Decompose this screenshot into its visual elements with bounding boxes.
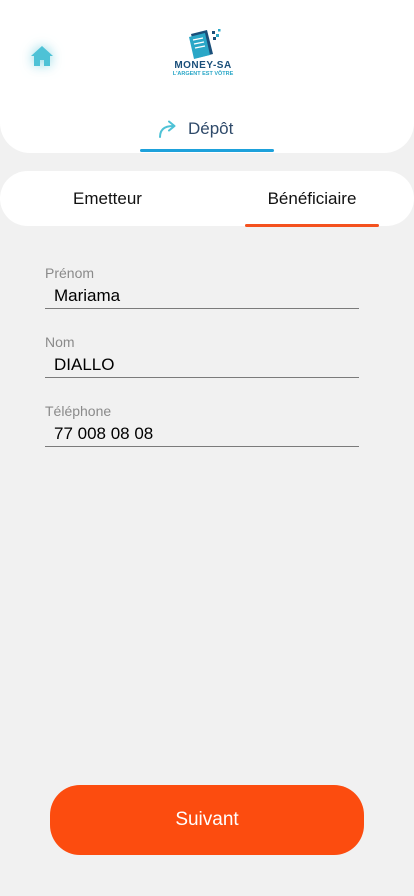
share-arrow-icon: [159, 120, 176, 138]
logo-name: MONEY-SA: [174, 60, 232, 71]
tab-beneficiaire[interactable]: Bénéficiaire: [245, 171, 379, 227]
telephone-field: Téléphone: [45, 403, 359, 447]
money-sa-logo: MONEY-SA L'ARGENT EST VÔTRE: [165, 28, 241, 84]
prenom-field: Prénom: [45, 265, 359, 309]
suivant-button[interactable]: Suivant: [50, 785, 364, 855]
app-header: MONEY-SA L'ARGENT EST VÔTRE Dépôt: [0, 0, 414, 153]
party-tabs: Emetteur Bénéficiaire: [0, 171, 414, 227]
nom-label: Nom: [45, 334, 75, 350]
tab-emetteur[interactable]: Emetteur: [0, 171, 215, 227]
nom-input[interactable]: [45, 352, 359, 378]
prenom-input[interactable]: [45, 283, 359, 309]
home-icon: [31, 46, 53, 66]
tab-depot-indicator: [140, 149, 274, 152]
tab-beneficiaire-label: Bénéficiaire: [267, 189, 357, 208]
logo-tagline: L'ARGENT EST VÔTRE: [172, 71, 234, 77]
telephone-label: Téléphone: [45, 403, 112, 419]
nom-field: Nom: [45, 334, 359, 378]
telephone-input[interactable]: [45, 421, 359, 447]
tab-depot-label: Dépôt: [188, 119, 234, 138]
logo-icon: [189, 29, 221, 59]
home-button[interactable]: [26, 40, 58, 72]
prenom-label: Prénom: [45, 265, 95, 281]
tab-emetteur-label: Emetteur: [73, 189, 142, 208]
tab-depot[interactable]: Dépôt: [140, 112, 274, 154]
tab-beneficiaire-indicator: [245, 224, 379, 227]
